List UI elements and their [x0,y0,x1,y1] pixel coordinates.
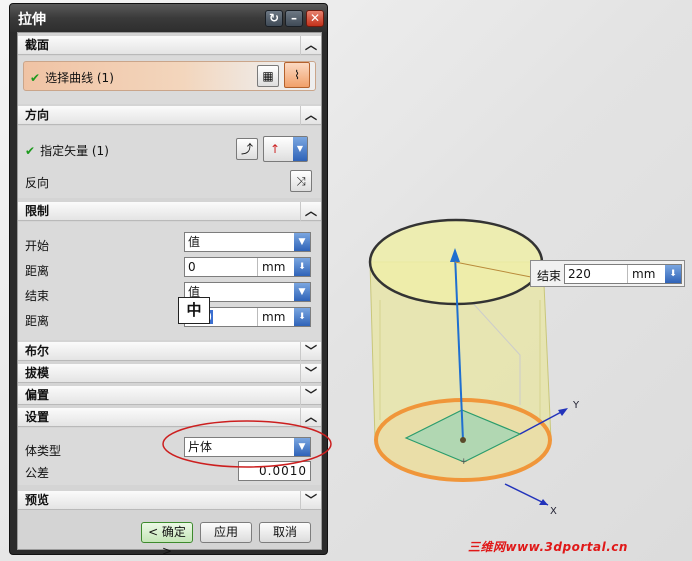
tolerance-label: 公差 [25,466,50,480]
minimize-icon[interactable]: – [285,10,303,27]
end-tag-value: 220 [568,267,591,281]
x-axis-label: X [550,506,557,517]
apply-button[interactable]: 应用 [200,522,252,543]
limits-title: 限制 [25,204,50,218]
boolean-title: 布尔 [25,344,50,358]
collapse-icon[interactable]: ︿ [300,202,321,221]
vector-type-dropdown[interactable]: ↑ ▼ [263,136,308,162]
select-curve-label: 选择曲线 (1) [45,71,114,85]
start-unit: mm [257,258,285,276]
check-icon: ✔ [25,144,36,158]
reverse-direction-icon[interactable]: ⤨ [290,170,312,192]
origin-point [460,437,466,443]
end-label: 结束 [25,289,50,303]
draft-title: 拔模 [25,366,50,380]
start-type-select[interactable]: 值 ▼ [184,232,311,252]
expand-icon[interactable]: ﹀ [300,364,321,383]
arrow-down-icon[interactable]: ⬇ [665,265,681,283]
start-label: 开始 [25,239,50,253]
section-header-limits[interactable]: 限制 ︿ [18,202,321,221]
extrude-dialog: 拉伸 ↻ – ✕ 截面 ︿ ✔ 选择曲线 (1) ▦ ⌇ 方向 ︿ ✔ 指定矢量 (… [9,3,328,558]
dialog-title: 拉伸 [18,12,46,28]
end-tag-unit: mm [627,265,655,283]
watermark: 三维网www.3dportal.cn [468,540,628,554]
end-tag-label: 结束 [537,269,562,283]
start-type-value: 值 [188,235,201,249]
expand-icon[interactable]: ﹀ [300,342,321,361]
expand-icon[interactable]: ﹀ [300,386,321,405]
arrow-down-icon[interactable]: ⬇ [294,258,310,276]
specify-vector-label: 指定矢量 (1) [40,144,109,158]
select-curve-row[interactable]: ✔ 选择曲线 (1) ▦ ⌇ [23,61,316,91]
body-type-label: 体类型 [25,444,62,458]
y-axis-label: Y [572,400,580,411]
preview-title: 预览 [25,493,50,507]
section-header-preview[interactable]: 预览 ﹀ [18,491,321,510]
dialog-titlebar: 拉伸 ↻ – ✕ [10,4,327,32]
check-icon: ✔ [30,71,41,85]
direction-title: 方向 [25,108,50,122]
end-onscreen-input[interactable]: 结束 220 mm ⬇ [530,260,685,287]
offset-title: 偏置 [25,388,50,402]
ime-indicator: 中 [178,297,210,324]
end-distance-label: 距离 [25,314,50,328]
chevron-down-icon[interactable]: ▼ [294,233,310,251]
highlight-ellipse [162,420,332,468]
close-icon[interactable]: ✕ [306,10,324,27]
end-tag-field[interactable]: 220 mm ⬇ [564,264,682,284]
section-header-section[interactable]: 截面 ︿ [18,36,321,55]
curve-select-icon[interactable]: ⌇ [284,62,310,88]
dialog-body: 截面 ︿ ✔ 选择曲线 (1) ▦ ⌇ 方向 ︿ ✔ 指定矢量 (1) ⤴ ↑ ▼ … [17,32,322,558]
settings-title: 设置 [25,410,50,424]
chevron-down-icon[interactable]: ▼ [294,283,310,301]
section-header-draft[interactable]: 拔模 ﹀ [18,364,321,383]
chevron-down-icon[interactable]: ▼ [293,137,307,161]
vector-arrow-icon: ↑ [270,142,281,156]
section-header-offset[interactable]: 偏置 ﹀ [18,386,321,405]
cancel-button[interactable]: 取消 [259,522,311,543]
collapse-icon[interactable]: ︿ [300,106,321,125]
section-header-direction[interactable]: 方向 ︿ [18,106,321,125]
reset-icon[interactable]: ↻ [265,10,283,27]
vector-dialog-icon[interactable]: ⤴ [236,138,258,160]
direction-body: ✔ 指定矢量 (1) ⤴ ↑ ▼ 反向 ⤨ [18,126,321,198]
arrow-down-icon[interactable]: ⬇ [294,308,310,326]
collapse-icon[interactable]: ︿ [300,36,321,55]
expand-icon[interactable]: ﹀ [300,491,321,510]
start-distance-value: 0 [188,260,196,274]
limits-body: 开始 值 ▼ 距离 0 mm ⬇ 结束 值 ▼ 距离 220 mm ⬇ [18,222,321,340]
sketch-section-icon[interactable]: ▦ [257,65,279,87]
start-distance-label: 距离 [25,264,50,278]
reverse-label: 反向 [25,176,50,190]
ok-button[interactable]: < 确定 > [141,522,193,558]
svg-text:+: + [460,457,468,467]
section-body: ✔ 选择曲线 (1) ▦ ⌇ [18,56,321,104]
start-distance-field[interactable]: 0 mm ⬇ [184,257,311,277]
section-header-boolean[interactable]: 布尔 ﹀ [18,342,321,361]
section-title: 截面 [25,38,50,52]
end-unit: mm [257,308,285,326]
y-axis-arrow [558,408,568,416]
